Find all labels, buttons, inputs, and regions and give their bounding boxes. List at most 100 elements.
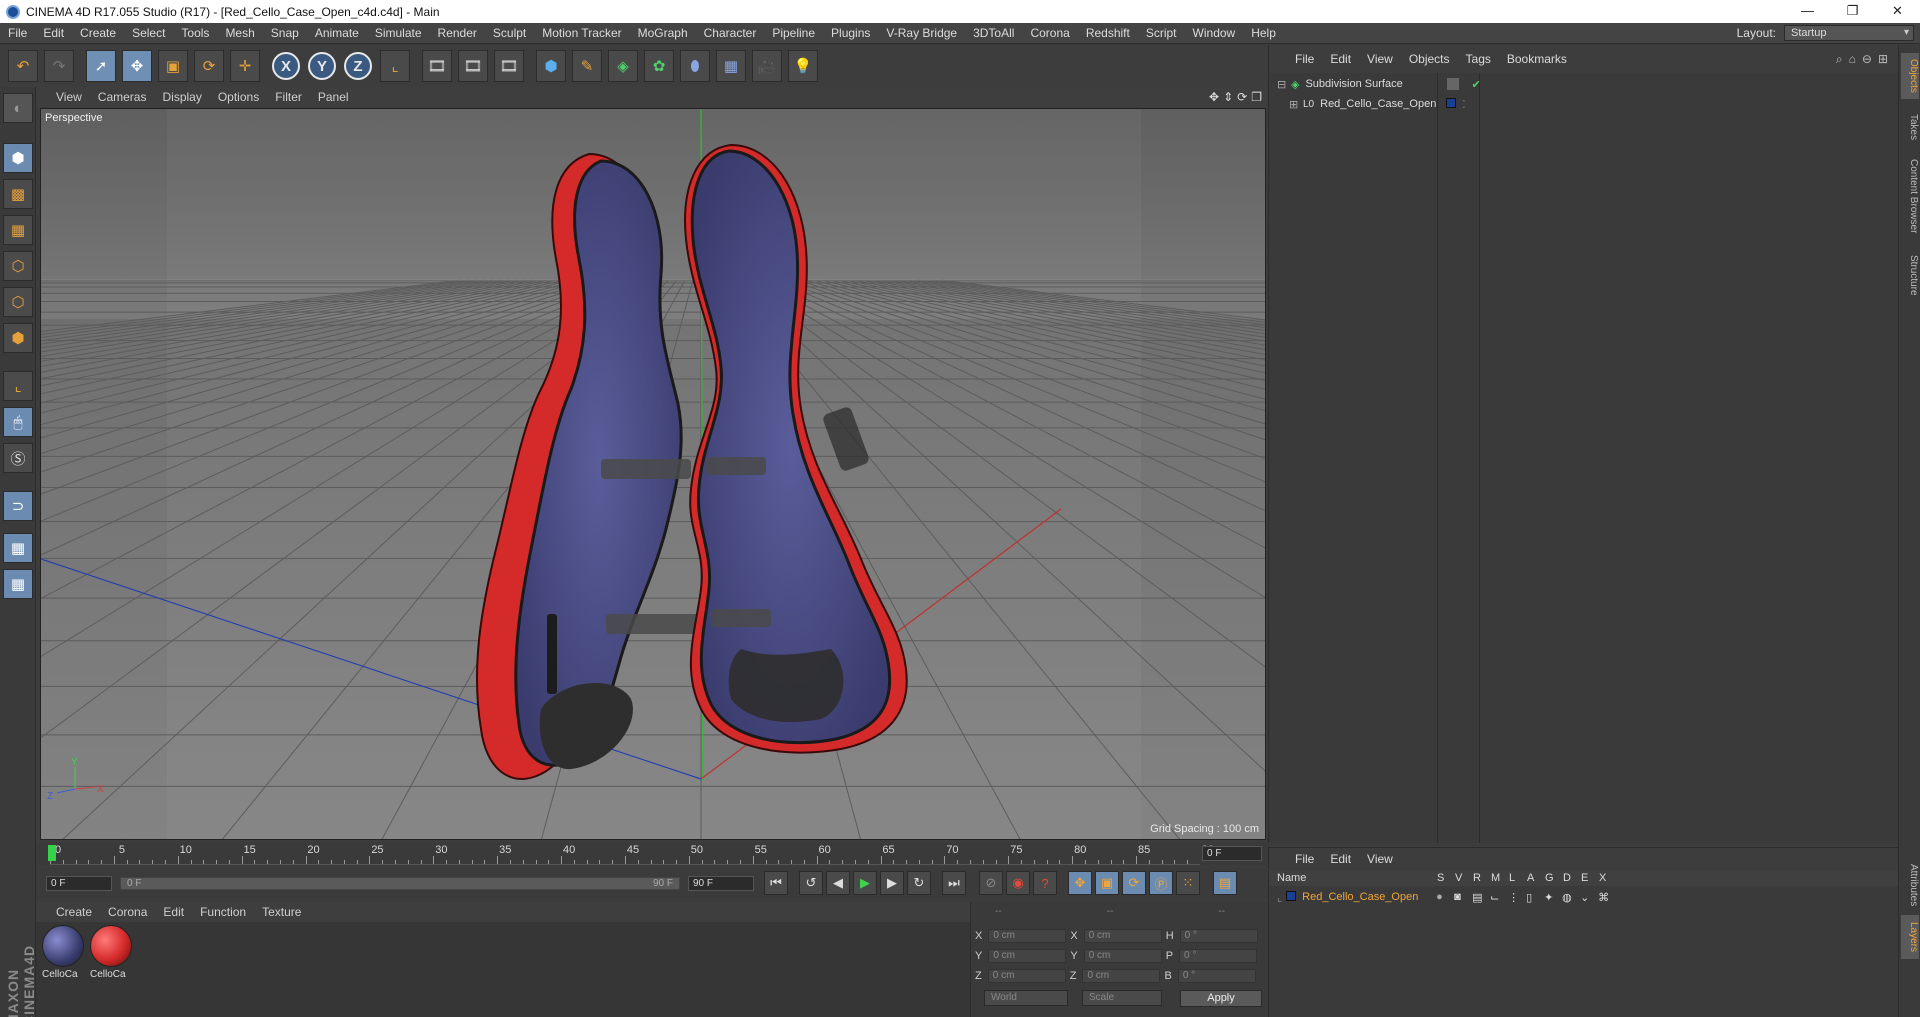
menu-file[interactable]: File: [0, 23, 35, 44]
menu-snap[interactable]: Snap: [263, 23, 307, 44]
material-swatch[interactable]: CelloCa: [90, 925, 134, 987]
timeline-playhead[interactable]: [48, 845, 56, 861]
editor-visibility-icon[interactable]: [1447, 78, 1460, 90]
current-frame-field[interactable]: 0 F: [1202, 846, 1262, 861]
menu-window[interactable]: Window: [1185, 23, 1244, 44]
viewport-menu-cameras[interactable]: Cameras: [90, 90, 155, 104]
keyframe-selection-icon[interactable]: ⊘: [979, 871, 1003, 895]
redo-icon[interactable]: ↷: [44, 50, 74, 82]
key-point-level-icon[interactable]: ⁙: [1176, 871, 1200, 895]
viewport-menu-filter[interactable]: Filter: [267, 90, 310, 104]
last-tool-icon[interactable]: ✛: [230, 50, 260, 82]
x-axis-lock-button[interactable]: X: [272, 52, 300, 80]
position-z-field[interactable]: 0 cm: [987, 969, 1066, 983]
rotation-h-field[interactable]: 0 °: [1179, 929, 1258, 943]
rotate-tool-icon[interactable]: ⟳: [194, 50, 224, 82]
menu-mograph[interactable]: MoGraph: [630, 23, 696, 44]
material-menu-edit[interactable]: Edit: [155, 905, 192, 919]
floor-icon[interactable]: ▦: [716, 50, 746, 82]
menu-motion-tracker[interactable]: Motion Tracker: [534, 23, 629, 44]
coordinate-system-icon[interactable]: ⌞: [380, 50, 410, 82]
record-active-objects-icon[interactable]: ◉: [1006, 871, 1030, 895]
subdivision-surface-icon[interactable]: ◈: [608, 50, 638, 82]
scale-tool-icon[interactable]: ▣: [158, 50, 188, 82]
deformer-icon[interactable]: ⬮: [680, 50, 710, 82]
objects-menu-tags[interactable]: Tags: [1458, 52, 1499, 66]
close-button[interactable]: ✕: [1875, 0, 1920, 23]
menu-edit[interactable]: Edit: [35, 23, 72, 44]
visibility-dots-icon[interactable]: ⁚: [1462, 98, 1466, 111]
layer-deformers-icon[interactable]: ◍: [1562, 891, 1580, 904]
menu-sculpt[interactable]: Sculpt: [485, 23, 534, 44]
z-axis-lock-button[interactable]: Z: [344, 52, 372, 80]
edges-mode-icon[interactable]: ⬡: [3, 287, 33, 317]
undo-icon[interactable]: ↶: [8, 50, 38, 82]
menu-tools[interactable]: Tools: [173, 23, 217, 44]
perspective-viewport[interactable]: Y X Z Perspective Grid Spacing : 100 cm: [40, 108, 1266, 840]
locked-workplane-icon[interactable]: ▦: [3, 569, 33, 599]
tweak-mode-icon[interactable]: 🖱: [3, 407, 33, 437]
material-menu-create[interactable]: Create: [48, 905, 100, 919]
menu-mesh[interactable]: Mesh: [217, 23, 262, 44]
tab-objects[interactable]: Objects: [1901, 53, 1919, 99]
material-menu-texture[interactable]: Texture: [254, 905, 309, 919]
layer-animation-icon[interactable]: ▯: [1526, 891, 1544, 904]
restore-button[interactable]: ❐: [1830, 0, 1875, 23]
link-icon[interactable]: ⊖: [1862, 52, 1872, 67]
size-mode-select[interactable]: Scale: [1082, 990, 1162, 1006]
workplane-lock-icon[interactable]: ▦: [3, 533, 33, 563]
menu-create[interactable]: Create: [72, 23, 124, 44]
points-mode-icon[interactable]: ⬡: [3, 251, 33, 281]
position-y-field[interactable]: 0 cm: [988, 949, 1067, 963]
layer-color-swatch[interactable]: [1286, 890, 1297, 904]
key-scale-icon[interactable]: ▣: [1095, 871, 1119, 895]
objects-menu-bookmarks[interactable]: Bookmarks: [1499, 52, 1575, 66]
previous-frame-icon[interactable]: ◀: [826, 871, 850, 895]
objects-menu-file[interactable]: File: [1287, 52, 1322, 66]
preview-range-slider[interactable]: 0 F 90 F: [120, 876, 680, 890]
menu-render[interactable]: Render: [430, 23, 485, 44]
menu-select[interactable]: Select: [124, 23, 173, 44]
material-menu-corona[interactable]: Corona: [100, 905, 155, 919]
objects-menu-edit[interactable]: Edit: [1322, 52, 1359, 66]
viewport-move-icon[interactable]: ✥: [1209, 90, 1219, 104]
viewport-rotate-icon[interactable]: ⟳: [1237, 90, 1247, 104]
viewport-menu-display[interactable]: Display: [154, 90, 209, 104]
viewport-zoom-icon[interactable]: ⇕: [1223, 90, 1233, 104]
coordinate-space-select[interactable]: World: [984, 990, 1068, 1006]
layer-row[interactable]: ⌞ Red_Cello_Case_Open ● ◙ ▤ ⌙ ⋮ ▯ ✦ ◍ ⌄ …: [1269, 888, 1899, 906]
workplane-mode-icon[interactable]: ▦: [3, 215, 33, 245]
layer-generators-icon[interactable]: ✦: [1544, 891, 1562, 904]
layers-menu-view[interactable]: View: [1359, 852, 1401, 866]
menu-3dtoall[interactable]: 3DToAll: [965, 23, 1022, 44]
menu-character[interactable]: Character: [696, 23, 765, 44]
size-y-field[interactable]: 0 cm: [1083, 949, 1162, 963]
model-mode-icon[interactable]: ⬢: [3, 143, 33, 173]
menu-pipeline[interactable]: Pipeline: [764, 23, 823, 44]
menu-corona[interactable]: Corona: [1022, 23, 1077, 44]
key-rotation-icon[interactable]: ⟳: [1122, 871, 1146, 895]
menu-script[interactable]: Script: [1138, 23, 1185, 44]
polygons-mode-icon[interactable]: ⬢: [3, 323, 33, 353]
start-frame-field[interactable]: 0 F: [46, 875, 112, 891]
camera-icon[interactable]: 🎥: [752, 50, 782, 82]
next-frame-icon[interactable]: ▶: [880, 871, 904, 895]
texture-mode-icon[interactable]: ▩: [3, 179, 33, 209]
collapse-icon[interactable]: ⊟: [1277, 78, 1287, 91]
y-axis-lock-button[interactable]: Y: [308, 52, 336, 80]
cube-primitive-icon[interactable]: ⬢: [536, 50, 566, 82]
menu-help[interactable]: Help: [1243, 23, 1284, 44]
timeline-window-icon[interactable]: ▤: [1213, 871, 1237, 895]
tab-layers[interactable]: Layers: [1901, 915, 1919, 959]
light-icon[interactable]: 💡: [788, 50, 818, 82]
render-picture-viewer-icon[interactable]: 🎞: [458, 50, 488, 82]
objects-menu-objects[interactable]: Objects: [1401, 52, 1458, 66]
pen-spline-icon[interactable]: ✎: [572, 50, 602, 82]
position-x-field[interactable]: 0 cm: [988, 929, 1067, 943]
layout-select[interactable]: Startup: [1784, 25, 1914, 41]
solo-mode-icon[interactable]: Ⓢ: [3, 443, 33, 473]
move-tool-icon[interactable]: ✥: [122, 50, 152, 82]
menu-animate[interactable]: Animate: [307, 23, 367, 44]
tab-structure[interactable]: Structure: [1901, 245, 1919, 305]
layer-xref-icon[interactable]: ⌘: [1598, 891, 1616, 904]
